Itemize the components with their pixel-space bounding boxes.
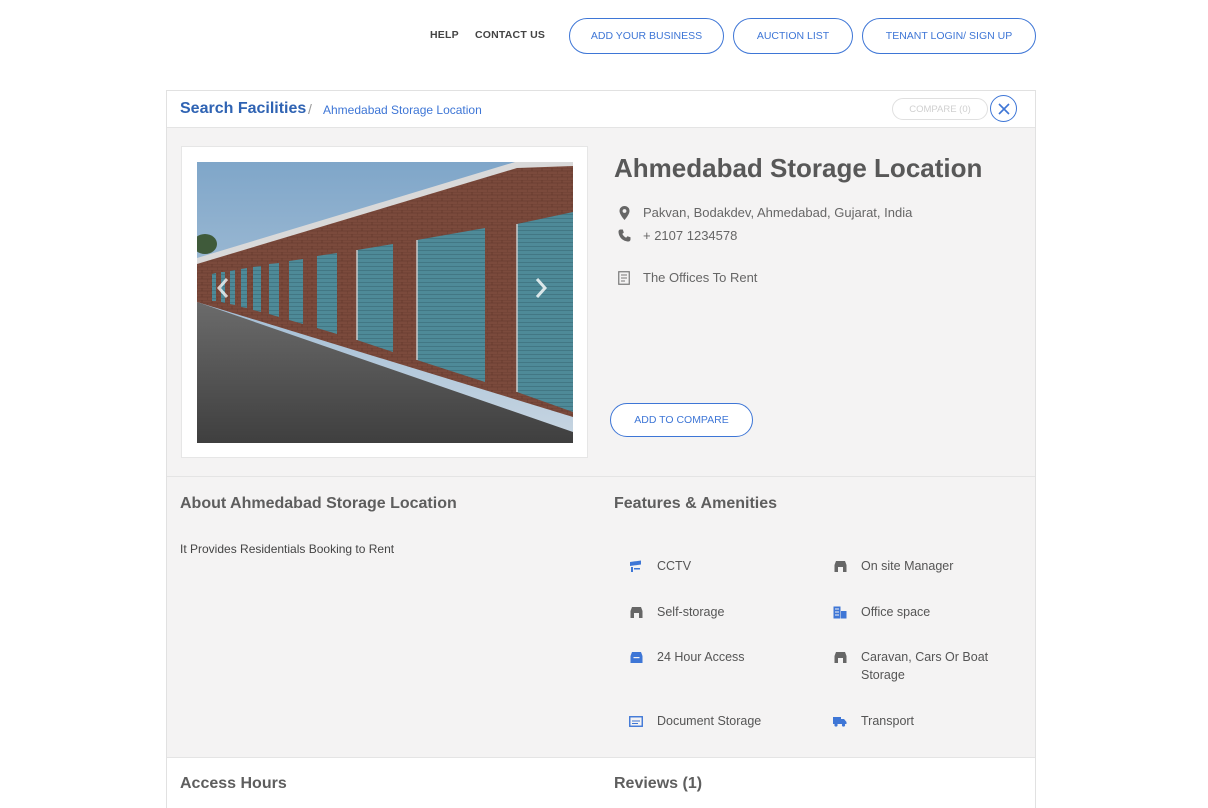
phone-text[interactable]: + 2107 1234578 [643, 228, 737, 243]
carousel-next[interactable] [530, 273, 552, 303]
contact-us-link[interactable]: CONTACT US [475, 29, 545, 41]
manager-icon [833, 559, 847, 573]
tenant-login-button[interactable]: TENANT LOGIN/ SIGN UP [862, 18, 1036, 54]
amenity-item: Document Storage [629, 712, 761, 730]
amenity-item: Transport [833, 712, 914, 730]
caravan-icon [833, 650, 847, 664]
category-text: The Offices To Rent [643, 270, 758, 285]
about-heading: About Ahmedabad Storage Location [180, 495, 457, 512]
facility-card: Search Facilities / Ahmedabad Storage Lo… [166, 90, 1036, 808]
document-list-icon [617, 270, 631, 285]
amenity-item: On site Manager [833, 557, 953, 575]
close-icon [997, 102, 1010, 115]
top-navigation: HELP CONTACT US ADD YOUR BUSINESS AUCTIO… [0, 18, 1208, 54]
breadcrumb: Search Facilities / Ahmedabad Storage Lo… [167, 91, 1035, 128]
add-your-business-button[interactable]: ADD YOUR BUSINESS [569, 18, 724, 54]
amenity-item: Office space [833, 603, 930, 621]
reviews-heading[interactable]: Reviews (1) [614, 775, 702, 793]
building-icon [833, 605, 847, 619]
amenity-item: Caravan, Cars Or Boat Storage [833, 648, 1003, 684]
listing-phone: + 2107 1234578 [617, 228, 737, 243]
add-to-compare-button[interactable]: ADD TO COMPARE [610, 403, 753, 437]
cctv-icon [629, 559, 643, 573]
close-button[interactable] [990, 95, 1017, 122]
access-icon [629, 650, 643, 664]
listing-title: Ahmedabad Storage Location [614, 153, 983, 183]
about-text: It Provides Residentials Booking to Rent [180, 542, 395, 556]
access-hours-heading: Access Hours [180, 775, 287, 792]
breadcrumb-separator: / [308, 101, 312, 117]
chevron-left-icon [216, 278, 229, 298]
amenity-item: Self-storage [629, 603, 724, 621]
help-link[interactable]: HELP [430, 29, 459, 41]
breadcrumb-search-facilities[interactable]: Search Facilities [180, 100, 306, 118]
phone-icon [617, 229, 631, 243]
document-icon [629, 714, 643, 728]
storage-icon [629, 605, 643, 619]
location-pin-icon [617, 205, 631, 220]
lower-section [167, 758, 1035, 808]
truck-icon [833, 714, 847, 728]
listing-category: The Offices To Rent [617, 270, 757, 285]
features-heading: Features & Amenities [614, 495, 778, 512]
listing-address: Pakvan, Bodakdev, Ahmedabad, Gujarat, In… [617, 205, 912, 220]
address-text: Pakvan, Bodakdev, Ahmedabad, Gujarat, In… [643, 205, 913, 220]
auction-list-button[interactable]: AUCTION LIST [733, 18, 853, 54]
carousel-prev[interactable] [212, 273, 234, 303]
facility-photo [197, 162, 573, 443]
section-divider [167, 476, 1035, 477]
amenity-item: CCTV [629, 557, 691, 575]
amenity-item: 24 Hour Access [629, 648, 745, 666]
breadcrumb-current[interactable]: Ahmedabad Storage Location [323, 103, 482, 117]
photo-carousel [181, 146, 588, 458]
compare-counter[interactable]: COMPARE (0) [892, 98, 988, 120]
chevron-right-icon [535, 278, 548, 298]
